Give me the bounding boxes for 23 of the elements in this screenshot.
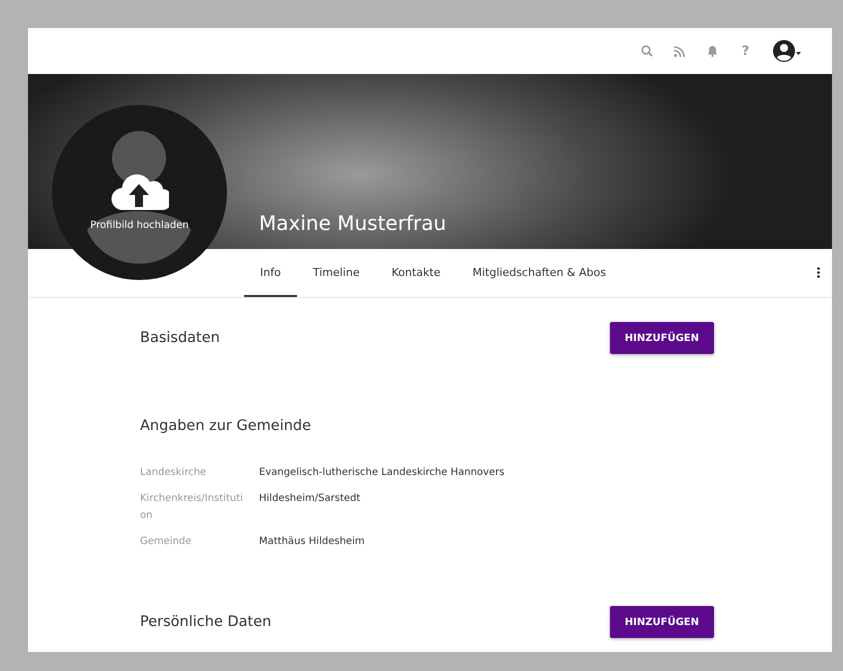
more-menu-icon[interactable] [817, 267, 820, 278]
profile-tab[interactable]: Kontakte [376, 249, 456, 297]
user-menu-icon[interactable] [772, 39, 802, 63]
upload-label: Profilbild hochladen [90, 220, 189, 231]
search-icon[interactable] [640, 45, 652, 57]
rss-icon[interactable] [674, 46, 685, 56]
profile-name: Maxine Musterfrau [259, 211, 446, 235]
cloud-upload-icon [110, 172, 168, 210]
field-value: Evangelisch-lutherische Landeskirche Hannovers [259, 466, 506, 480]
field-label: Landeskirche [140, 466, 208, 480]
bell-icon[interactable] [707, 45, 718, 57]
section-title: Angaben zur Gemeinde [140, 418, 312, 434]
field-label: Gemeinde [140, 535, 192, 549]
profile-tab[interactable]: Mitgliedschaften & Abos [456, 249, 622, 297]
section-title: Persönliche Daten [140, 614, 272, 630]
profile-tab[interactable]: Timeline [296, 249, 376, 297]
add-button[interactable]: HINZUFÜGEN [610, 322, 714, 354]
field-label: Kirchenkreis/Institution [140, 492, 244, 523]
add-button[interactable]: HINZUFÜGEN [610, 606, 714, 638]
field-value: Hildesheim/Sarstedt [259, 492, 362, 506]
section-title: Basisdaten [140, 330, 220, 346]
profile-tab[interactable]: Info [244, 249, 297, 297]
field-value: Matthäus Hildesheim [259, 535, 366, 549]
